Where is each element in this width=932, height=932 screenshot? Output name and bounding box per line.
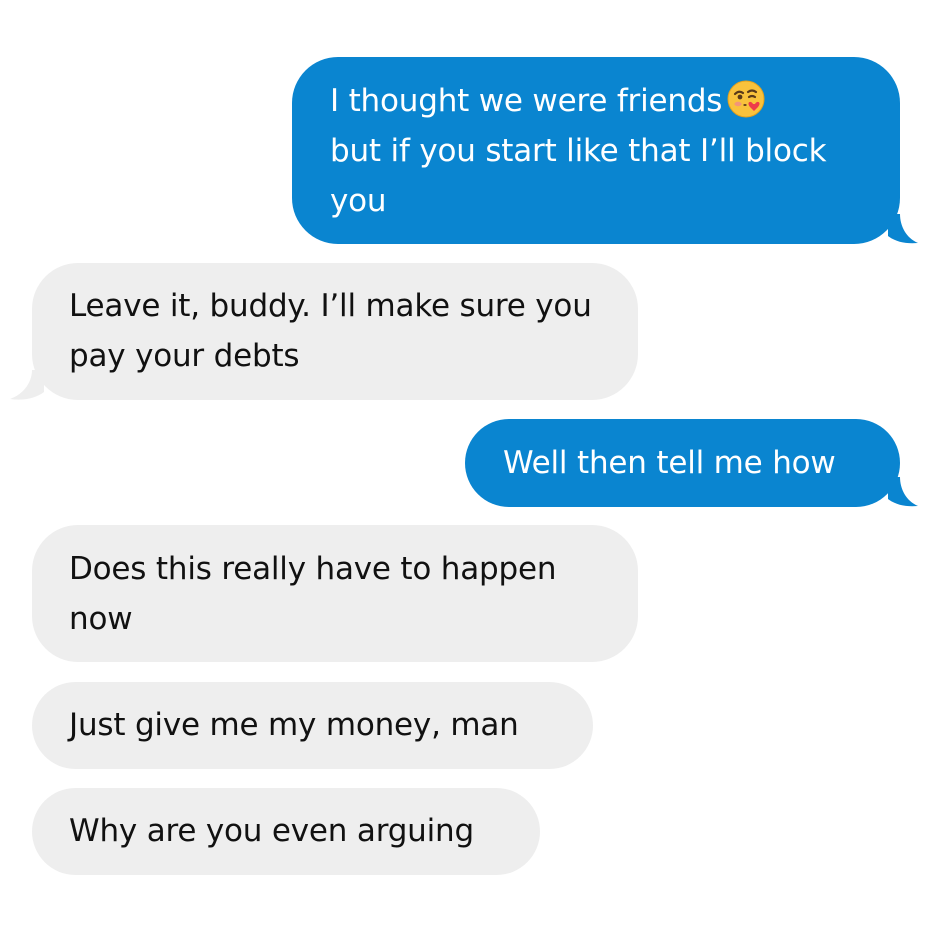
sent-message-bubble[interactable]: Well then tell me how <box>465 419 918 507</box>
received-message-bubble[interactable]: Why are you even arguing <box>32 788 540 875</box>
bubble-tail-icon <box>888 477 918 507</box>
received-message-bubble[interactable]: Just give me my money, man <box>32 682 593 769</box>
sent-message-bubble[interactable]: I thought we were friends but if you sta… <box>292 57 918 244</box>
message-text: Leave it, buddy. I’ll make sure you pay … <box>69 288 592 374</box>
received-message-bubble[interactable]: Does this really have to happen now <box>32 525 638 662</box>
message-text: Just give me my money, man <box>69 707 519 743</box>
message-text: Why are you even arguing <box>69 813 474 849</box>
bubble-tail-icon <box>10 370 44 400</box>
message-text: I thought we were friends but if you sta… <box>330 76 870 226</box>
message-text: Does this really have to happen now <box>69 551 557 637</box>
message-text: Well then tell me how <box>503 445 836 481</box>
face-blowing-a-kiss-emoji-icon <box>727 80 765 118</box>
chat-thread: I thought we were friends but if you sta… <box>0 0 932 932</box>
bubble-tail-icon <box>888 214 918 244</box>
received-message-bubble[interactable]: Leave it, buddy. I’ll make sure you pay … <box>10 263 638 400</box>
